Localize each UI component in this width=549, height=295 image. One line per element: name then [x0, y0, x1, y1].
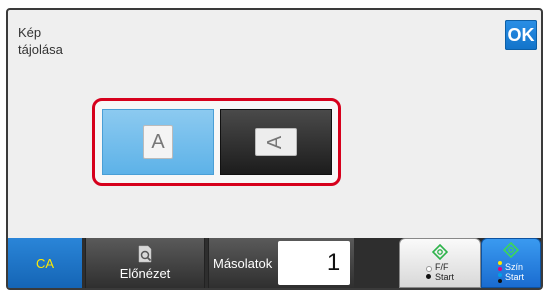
- orientation-selector: A A: [92, 98, 341, 186]
- color-start-line2: Start: [504, 272, 524, 282]
- color-start-line1: Szín: [504, 262, 523, 272]
- copies-label: Másolatok: [213, 255, 273, 271]
- color-dots: [497, 260, 502, 284]
- bw-start-button[interactable]: F/F Start: [399, 238, 481, 288]
- bw-start-labels: F/F Start: [425, 262, 454, 282]
- bottom-bar: CA Előnézet Másolatok 1 F/F Start Szín S…: [8, 238, 541, 288]
- copies-input[interactable]: 1: [278, 241, 351, 285]
- portrait-glyph-label: A: [151, 130, 165, 153]
- ok-button[interactable]: OK: [505, 20, 537, 50]
- landscape-glyph-icon: A: [255, 128, 297, 156]
- preview-button[interactable]: Előnézet: [85, 238, 205, 288]
- bw-dots: [425, 265, 432, 280]
- start-diamond-icon: [503, 242, 519, 258]
- orientation-screen: Kép tájolása OK A A CA Előnézet Másolato…: [6, 8, 543, 290]
- color-start-text: Szín Start: [505, 262, 524, 282]
- portrait-glyph-icon: A: [143, 125, 173, 159]
- bw-start-line1: F/F: [434, 262, 449, 272]
- preview-label: Előnézet: [119, 266, 171, 281]
- start-diamond-icon: [432, 244, 448, 260]
- portrait-orientation-button[interactable]: A: [102, 109, 214, 175]
- landscape-glyph-label: A: [264, 135, 287, 149]
- bw-start-text: F/F Start: [435, 262, 454, 282]
- preview-icon: [138, 245, 152, 263]
- ca-label: CA: [35, 255, 55, 271]
- color-start-button[interactable]: Szín Start: [481, 238, 541, 288]
- page-title: Kép tájolása: [18, 25, 63, 57]
- bw-start-line2: Start: [434, 272, 454, 282]
- ca-button[interactable]: CA: [8, 238, 82, 288]
- copies-control: Másolatok 1: [208, 238, 354, 288]
- landscape-orientation-button[interactable]: A: [220, 109, 332, 175]
- color-start-labels: Szín Start: [497, 260, 524, 284]
